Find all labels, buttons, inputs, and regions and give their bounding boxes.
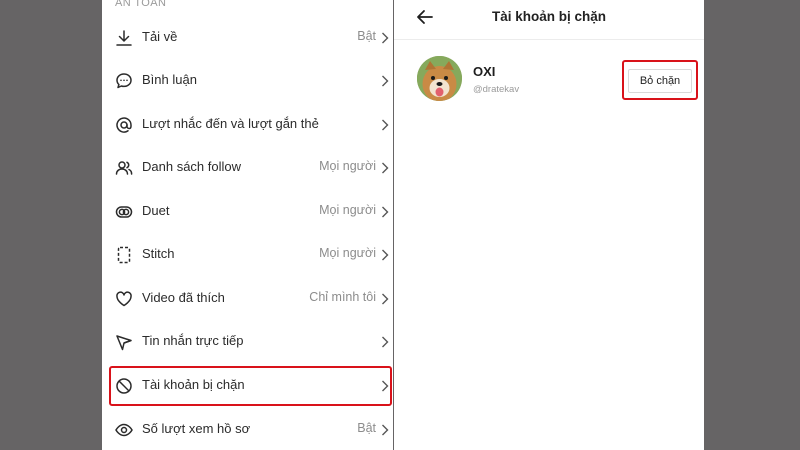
setting-value: Bật [357,29,376,43]
setting-row-duet[interactable]: Duet Mọi người [102,190,393,234]
account-handle: @dratekav [473,84,520,95]
setting-label: Danh sách follow [142,159,241,174]
send-icon [114,332,134,352]
users-icon [114,158,134,178]
privacy-settings-panel: AN TOÀN Tải về Bật Bình luận Lượt nhắc đ… [102,0,393,450]
chevron-right-icon [381,119,389,131]
chevron-right-icon [381,424,389,436]
setting-value: Mọi người [319,203,376,217]
setting-row-follow-list[interactable]: Danh sách follow Mọi người [102,146,393,190]
download-icon [114,28,134,48]
blocked-accounts-highlight [109,366,392,406]
chevron-right-icon [381,336,389,348]
setting-label: Duet [142,203,170,218]
setting-row-profile-views[interactable]: Số lượt xem hồ sơ Bật [102,408,393,450]
top-bar: Tài khoản bị chặn [394,0,704,40]
chevron-right-icon [381,75,389,87]
setting-value: Mọi người [319,159,376,173]
chevron-right-icon [381,249,389,261]
avatar[interactable] [417,56,462,101]
comment-icon [114,71,134,91]
setting-row-mentions[interactable]: Lượt nhắc đến và lượt gắn thẻ [102,103,393,147]
setting-row-comments[interactable]: Bình luận [102,59,393,103]
chevron-right-icon [381,32,389,44]
setting-row-download[interactable]: Tải về Bật [102,16,393,60]
setting-label: Tải về [142,29,178,44]
setting-label: Tin nhắn trực tiếp [142,333,244,348]
blocked-accounts-panel: Tài khoản bị chặn OXI @dratekav Bỏ chặn [394,0,704,450]
setting-label: Video đã thích [142,290,225,305]
setting-value: Chỉ mình tôi [309,290,376,304]
setting-label: Bình luận [142,72,197,87]
section-header: AN TOÀN [115,0,167,9]
setting-value: Mọi người [319,246,376,260]
stitch-icon [114,245,134,265]
setting-row-liked-videos[interactable]: Video đã thích Chỉ mình tôi [102,277,393,321]
eye-icon [114,420,134,440]
page-title: Tài khoản bị chặn [491,9,607,24]
setting-row-direct-messages[interactable]: Tin nhắn trực tiếp [102,320,393,364]
chevron-right-icon [381,162,389,174]
setting-label: Stitch [142,246,175,261]
chevron-right-icon [381,206,389,218]
unblock-button[interactable]: Bỏ chặn [628,69,692,93]
account-name: OXI [473,64,496,79]
at-sign-icon [114,115,134,135]
heart-icon [114,289,134,309]
setting-value: Bật [357,421,376,435]
setting-label: Lượt nhắc đến và lượt gắn thẻ [142,116,319,131]
chevron-right-icon [381,293,389,305]
duet-icon [114,202,134,222]
setting-row-stitch[interactable]: Stitch Mọi người [102,233,393,277]
setting-label: Số lượt xem hồ sơ [142,421,251,436]
